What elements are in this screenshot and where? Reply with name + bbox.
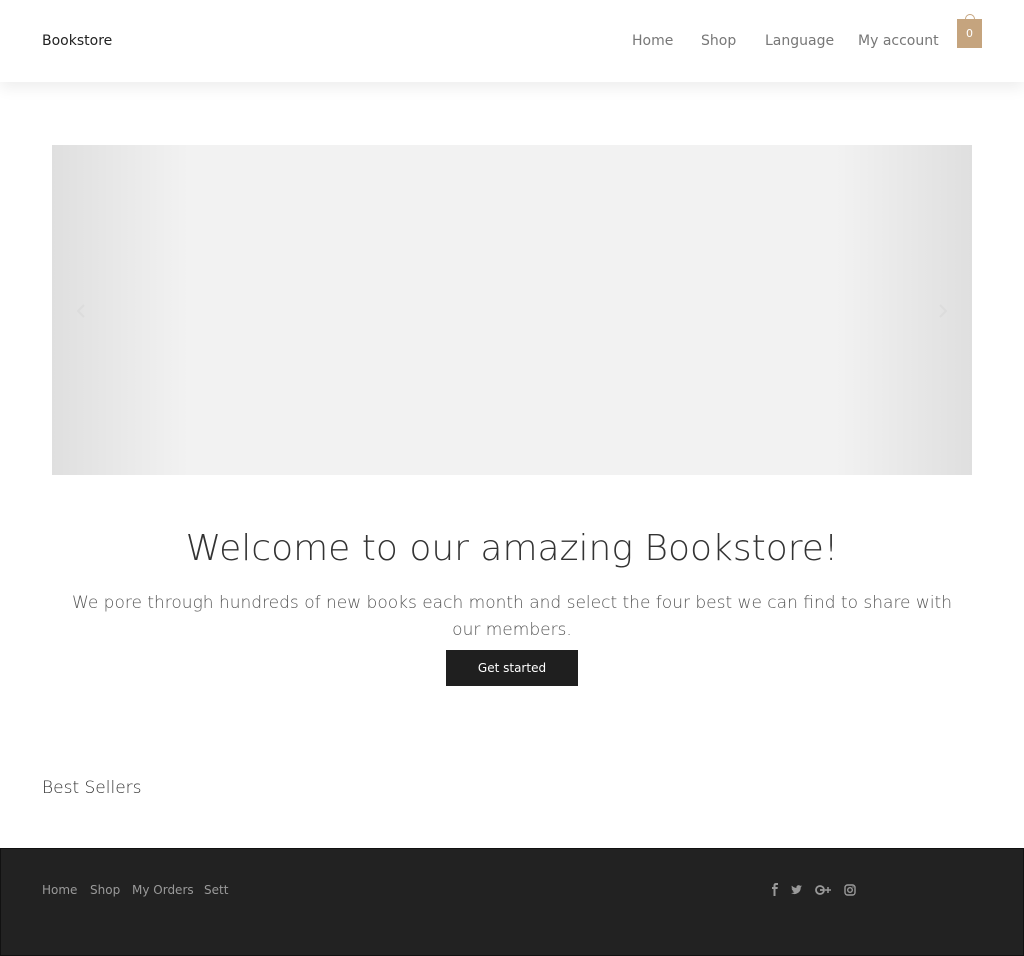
slider-prev-zone[interactable] (52, 145, 190, 475)
hero-subtitle: We pore through hundreds of new books ea… (72, 593, 952, 640)
footer-link-shop[interactable]: Shop (90, 883, 120, 897)
brand-logo[interactable]: Bookstore (42, 33, 112, 49)
instagram-icon[interactable] (842, 882, 858, 898)
nav-language[interactable]: Language (765, 33, 834, 49)
facebook-icon[interactable] (767, 882, 783, 898)
hero-title: Welcome to our amazing Bookstore! (185, 528, 839, 569)
hero-slider (52, 145, 972, 475)
footer-link-my-orders[interactable]: My Orders (132, 883, 194, 897)
cart-icon[interactable]: 0 (957, 14, 982, 48)
site-footer: Home Shop My Orders Sett (0, 848, 1024, 956)
google-plus-icon[interactable] (814, 882, 831, 898)
nav-home[interactable]: Home (632, 33, 673, 49)
chevron-left-icon[interactable] (74, 303, 88, 319)
site-header: Bookstore Home Shop Language My account … (0, 0, 1024, 82)
cart-count: 0 (966, 27, 973, 40)
slider-next-zone[interactable] (834, 145, 972, 475)
footer-link-settings[interactable]: Sett (204, 883, 228, 897)
twitter-icon[interactable] (788, 882, 804, 898)
get-started-button[interactable]: Get started (446, 650, 578, 686)
footer-link-home[interactable]: Home (42, 883, 77, 897)
nav-my-account[interactable]: My account (858, 33, 939, 49)
chevron-right-icon[interactable] (936, 303, 950, 319)
nav-shop[interactable]: Shop (701, 33, 736, 49)
best-sellers-heading: Best Sellers (42, 778, 142, 798)
cart-handle (965, 14, 975, 22)
